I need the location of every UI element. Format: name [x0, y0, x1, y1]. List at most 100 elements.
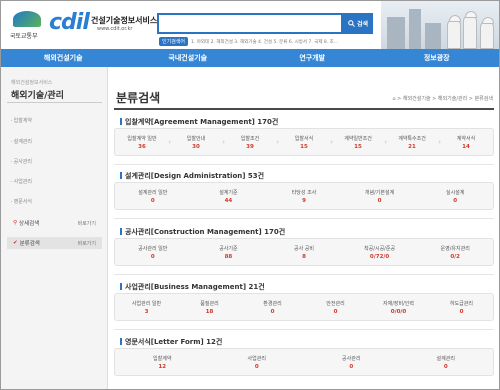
- category-item[interactable]: 착공/시공/준공 0/72/0: [342, 245, 418, 260]
- category-count: 15: [300, 143, 308, 150]
- category-name: 입찰조건: [240, 135, 260, 142]
- category-list: 사업관리 일반 3 품질관리 18 환경관리 0 안전관리 0 자재/장비/인력 0/0/0 하도급…: [114, 293, 494, 321]
- breadcrumb[interactable]: ⌂ > 해외건설기술 > 해외기술/관리 > 분류검색: [392, 95, 493, 102]
- category-item[interactable]: 계약특수조건 21 ›: [385, 135, 441, 150]
- category-item[interactable]: 공사기준 88: [191, 245, 267, 260]
- category-count: 0: [150, 253, 155, 260]
- site-url: www.cdit.or.kr: [97, 26, 133, 32]
- sidebar-link-category-search[interactable]: ✔ 분류검색 바로가기: [7, 237, 102, 249]
- sidebar-item-business[interactable]: ·사업관리: [11, 178, 32, 185]
- category-name: 환경관리: [263, 300, 282, 307]
- search-button[interactable]: 검색: [343, 13, 373, 34]
- category-name: 계약서식: [456, 135, 476, 142]
- category-item[interactable]: 설계기준 44: [191, 189, 267, 204]
- category-name: 입찰서식: [294, 135, 314, 142]
- cdil-logo[interactable]: cdil: [49, 10, 90, 35]
- search-input[interactable]: [157, 13, 343, 34]
- category-name: 개념/기본설계: [364, 189, 395, 196]
- category-count: 44: [224, 197, 233, 204]
- popular-keywords: 인기검색어 1. 야외데 2. 해외건설 3. 해외기술 4. 건설 5. 분류…: [159, 37, 338, 46]
- category-count: 12: [158, 363, 167, 370]
- category-item[interactable]: 입찰계약 12: [115, 355, 210, 370]
- section-title: 공사관리[Construction Management] 170건: [120, 227, 285, 237]
- sidebar-link-detail-search[interactable]: ⚲ 상세검색 바로가기: [7, 217, 102, 229]
- category-item[interactable]: 공사관리 일반 0: [115, 245, 191, 260]
- category-item[interactable]: 개념/기본설계 0: [342, 189, 418, 204]
- main-nav: 해외건설기술 국내건설기술 연구개발 정보광장: [1, 49, 499, 67]
- category-item[interactable]: 사업관리 0: [210, 355, 305, 370]
- sidebar-link-label: 분류검색: [19, 241, 40, 247]
- nav-domestic-tech[interactable]: 국내건설기술: [126, 49, 251, 67]
- category-item[interactable]: 운영/유지관리 0/2: [417, 245, 493, 260]
- section-marker: [120, 228, 122, 235]
- section-marker: [120, 172, 122, 179]
- category-list: 입찰계약 12 사업관리 0 공사관리 0 설계관리 0: [114, 348, 494, 376]
- sidebar-item-letter-form[interactable]: ·영문서식: [11, 198, 32, 205]
- sidebar-item-label: 사업관리: [13, 179, 32, 185]
- gov-logo[interactable]: 국토교통부: [10, 9, 44, 40]
- category-item[interactable]: 타당성 조사 9: [266, 189, 342, 204]
- category-name: 입찰안내: [186, 135, 206, 142]
- section-divider: [114, 164, 494, 165]
- category-name: 공사관리: [342, 355, 361, 362]
- category-item[interactable]: 공사관리 0: [304, 355, 399, 370]
- search-icon: ⚲: [13, 220, 18, 226]
- category-item[interactable]: 계약일반조건 15 ›: [331, 135, 387, 150]
- sidebar-item-design[interactable]: ·설계관리: [11, 138, 32, 145]
- category-item[interactable]: 자재/장비/인력 0/0/0: [367, 300, 430, 315]
- category-name: 계약일반조건: [344, 135, 372, 142]
- category-item[interactable]: 입찰안내 30 ›: [169, 135, 225, 150]
- category-name: 공사기준: [219, 245, 238, 252]
- sidebar-item-label: 설계관리: [13, 139, 32, 145]
- divider: [7, 102, 102, 103]
- category-item[interactable]: 환경관리 0: [241, 300, 304, 315]
- category-name: 품질관리: [200, 300, 219, 307]
- category-item[interactable]: 계약서식 14: [439, 135, 493, 150]
- category-item[interactable]: 실시설계 0: [417, 189, 493, 204]
- category-item[interactable]: 입찰서식 15 ›: [277, 135, 333, 150]
- category-item[interactable]: 안전관리 0: [304, 300, 367, 315]
- shortcut-link[interactable]: 바로가기: [78, 220, 96, 227]
- category-count: 0: [377, 197, 382, 204]
- site-header: 국토교통부 cdil 건설기술정보서비스 www.cdit.or.kr 검색 인…: [1, 1, 499, 49]
- section-divider: [114, 329, 494, 330]
- category-count: 8: [302, 253, 306, 260]
- popular-keywords-list[interactable]: 1. 야외데 2. 해외건설 3. 해외기술 4. 건설 5. 분류 6. 시방…: [191, 39, 338, 45]
- category-count: 0: [453, 197, 458, 204]
- section-title-text: 설계관리[Design Administration] 53건: [125, 172, 265, 180]
- nav-research[interactable]: 연구개발: [250, 49, 375, 67]
- page-frame: 국토교통부 cdil 건설기술정보서비스 www.cdit.or.kr 검색 인…: [0, 0, 500, 390]
- category-list: 입찰계약 일반 36 › 입찰안내 30 › 입찰조건 39 › 입찰서식 15 › 계약일반조건 15 ›…: [114, 128, 494, 156]
- sidebar-item-bid-contract[interactable]: ·입찰계약: [11, 117, 32, 124]
- section-divider: [114, 218, 494, 219]
- category-name: 설계관리: [436, 355, 455, 362]
- category-name: 착공/시공/준공: [364, 245, 396, 252]
- search-button-label: 검색: [356, 21, 369, 28]
- category-name: 실시설계: [445, 189, 465, 196]
- nav-overseas-tech[interactable]: 해외건설기술: [1, 49, 126, 67]
- category-item[interactable]: 설계관리 일반 0: [115, 189, 191, 204]
- category-name: 타당성 조사: [291, 189, 317, 196]
- category-item[interactable]: 입찰조건 39 ›: [223, 135, 279, 150]
- category-name: 공사관리 일반: [138, 245, 168, 252]
- category-count: 9: [302, 197, 306, 204]
- category-name: 자재/장비/인력: [383, 300, 414, 307]
- category-item[interactable]: 품질관리 18: [178, 300, 241, 315]
- category-name: 공사 공비: [293, 245, 314, 252]
- sidebar-item-construction[interactable]: ·공사관리: [11, 158, 32, 165]
- nav-info-plaza[interactable]: 정보광장: [375, 49, 500, 67]
- category-name: 설계기준: [219, 189, 238, 196]
- category-item[interactable]: 설계관리 0: [399, 355, 494, 370]
- category-count: 0: [254, 363, 259, 370]
- category-item[interactable]: 공사 공비 8: [266, 245, 342, 260]
- category-name: 하도급관리: [449, 300, 473, 307]
- category-item[interactable]: 사업관리 일반 3: [115, 300, 178, 315]
- sidebar-item-label: 입찰계약: [13, 118, 32, 124]
- category-list: 공사관리 일반 0 공사기준 88 공사 공비 8 착공/시공/준공 0/72/0 운영/유지관…: [114, 238, 494, 266]
- category-count: 0/72/0: [369, 253, 390, 260]
- category-item[interactable]: 입찰계약 일반 36 ›: [115, 135, 171, 150]
- category-item[interactable]: 하도급관리 0: [430, 300, 493, 315]
- sidebar-item-label: 공사관리: [13, 159, 32, 165]
- category-count: 0: [150, 197, 155, 204]
- shortcut-link[interactable]: 바로가기: [78, 240, 96, 247]
